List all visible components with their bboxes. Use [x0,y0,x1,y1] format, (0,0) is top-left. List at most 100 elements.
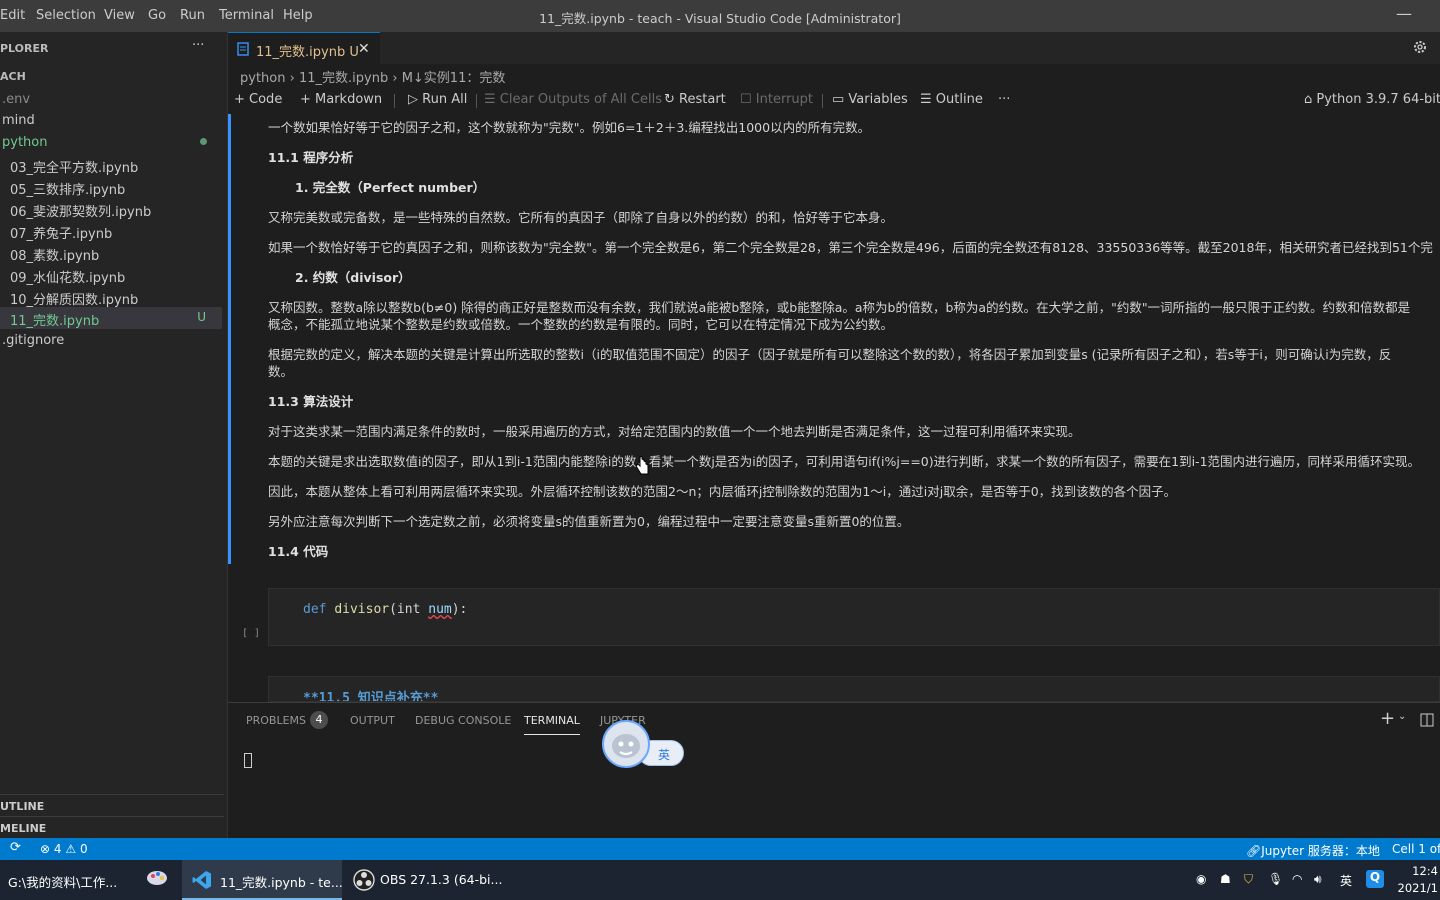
minimize-button[interactable]: — [1396,4,1412,23]
divider [476,94,477,108]
clear-outputs-button[interactable]: ☰ Clear Outputs of All Cells [484,92,662,107]
input-language-indicator[interactable]: 英 [1340,872,1352,889]
explorer-more-button[interactable]: ··· [192,38,204,53]
heading-code: 11.4 代码 [268,544,329,559]
tree-item-10[interactable]: 10_分解质因数.ipynb [10,289,138,308]
paragraph-algo-3: 因此，本题从整体上看可利用两层循环来实现。外层循环控制该数的范围2～n；内层循环… [268,484,1177,499]
paragraph-algo-4: 另外应注意每次判断下一个选定数之前，必须将变量s的值重新置为0，编程过程中一定要… [268,514,910,529]
taskbar-obs[interactable]: OBS 27.1.3 (64-bi... [346,860,502,900]
heading-analysis: 11.1 程序分析 [268,150,354,165]
restart-button[interactable]: ↻ Restart [664,92,726,107]
problems-status[interactable]: ⊗ 4 ⚠ 0 [40,842,88,856]
tree-item-06[interactable]: 06_斐波那契数列.ipynb [10,201,151,220]
breadcrumb: python › 11_完数.ipynb › M↓实例11：完数 [240,67,505,86]
breadcrumb-file[interactable]: 11_完数.ipynb [299,71,388,86]
notebook-toolbar: + Code + Markdown ▷ Run All ☰ Clear Outp… [228,88,1440,114]
run-all-icon: ▷ [408,92,423,107]
wifi-icon[interactable]: ◠ [1292,872,1302,886]
breadcrumb-section[interactable]: M↓实例11：完数 [402,71,506,86]
shield-icon[interactable]: ⛉ [1244,872,1253,887]
microphone-icon[interactable]: 🎙︎ [1268,872,1283,886]
error-icon: ⊗ [40,842,51,856]
paragraph-perfect-2: 如果一个数恰好等于它的真因子之和，则称该数为"完全数"。第一个完全数是6，第二个… [268,240,1433,255]
explorer-title: PLORER [0,42,49,55]
variables-icon: ▭ [832,92,849,107]
notebook-file-icon [237,42,249,56]
tab-11-ipynb[interactable]: 11_完数.ipynb U ✕ [228,32,380,64]
breadcrumb-folder[interactable]: python [240,71,285,86]
tree-item-gitignore[interactable]: .gitignore [2,333,64,348]
terminal-cursor[interactable] [244,753,252,768]
kernel-icon: ⌂ [1304,92,1317,107]
gear-icon[interactable] [1412,39,1428,55]
obs-icon [353,869,375,891]
restart-icon: ↻ [664,92,680,107]
timeline-section[interactable]: MELINE [0,816,224,838]
more-actions-button[interactable]: ··· [998,92,1010,107]
tray-app-icon[interactable]: ☗ [1220,872,1231,886]
tree-item-08[interactable]: 08_素数.ipynb [10,245,99,264]
tree-item-09[interactable]: 09_水仙花数.ipynb [10,267,125,286]
focused-cell-indicator [228,114,231,564]
paragraph-algo-1: 对于这类求某一范围内满足条件的数时，一般采用遍历的方式，对给定范围内的数值一个一… [268,424,1081,439]
jupyter-server-status[interactable]: 🔗︎Jupyter 服务器：本地 [1246,842,1380,859]
heading-algorithm: 11.3 算法设计 [268,394,354,409]
problems-count-badge: 4 [310,711,328,729]
markdown-source[interactable]: **11.5 知识点补充** [303,687,438,701]
tab-problems[interactable]: PROBLEMS [246,714,306,727]
window-title: 11_完数.ipynb - teach - Visual Studio Code… [539,11,901,26]
sync-icon[interactable]: ⟳ [10,840,21,855]
interrupt-button[interactable]: ☐ Interrupt [740,92,813,107]
tree-item-python[interactable]: python [2,135,47,150]
add-markdown-button[interactable]: + Markdown [300,92,382,107]
obs-tray-icon[interactable]: ◉ [1196,872,1206,886]
taskbar-explorer[interactable]: G:\我的资料\工作... [0,860,134,900]
split-terminal-icon[interactable] [1420,713,1434,727]
qq-tray-icon[interactable]: Q [1366,870,1384,888]
outline-section[interactable]: UTLINE [0,794,224,816]
hand-cursor-icon [634,456,650,476]
editor-tab-bar: 11_完数.ipynb U ✕ [228,32,1440,64]
cell-position-status[interactable]: Cell 1 of [1392,842,1440,856]
taskbar-obs-label: OBS 27.1.3 (64-bi... [380,872,503,887]
tree-item-03[interactable]: 03_完全平方数.ipynb [10,157,138,176]
markdown-cell-editing[interactable]: **11.5 知识点补充** [268,676,1440,702]
add-code-button[interactable]: + Code [234,92,282,107]
ime-avatar-icon[interactable] [602,720,650,768]
variables-button[interactable]: ▭ Variables [832,92,908,107]
code-cell[interactable]: def divisor(int num): [268,588,1440,646]
tree-item-mind[interactable]: mind [2,113,35,128]
tab-label: 11_完数.ipynb U [256,45,359,60]
execution-count[interactable]: [ ] [242,628,260,639]
taskbar-vscode-label: 11_完数.ipynb - te... [220,875,343,890]
close-tab-icon[interactable]: ✕ [358,41,370,57]
explorer-sidebar: PLORER ··· ACH .env mind python 03_完全平方数… [0,32,224,838]
tab-debug-console[interactable]: DEBUG CONSOLE [415,714,511,727]
vscode-icon [192,870,212,890]
code-line[interactable]: def divisor(int num): [303,602,467,617]
title-bar: Edit Selection View Go Run Terminal Help… [0,0,1440,32]
tree-item-05[interactable]: 05_三数排序.ipynb [10,179,125,198]
outline-button[interactable]: ☰ Outline [920,92,983,107]
taskbar-vscode[interactable]: 11_完数.ipynb - te... [182,860,343,900]
tab-terminal[interactable]: TERMINAL [524,714,580,735]
status-bar: ⟳ ⊗ 4 ⚠ 0 🔗︎Jupyter 服务器：本地 Cell 1 of [0,838,1440,860]
paragraph-algo-2: 本题的关键是求出选取数值i的因子，即从1到i-1范围内能整除i的数，看某一个数j… [268,454,1421,469]
chevron-down-icon[interactable]: ⌄ [1398,711,1406,722]
plus-icon: + [300,92,316,107]
run-all-button[interactable]: ▷ Run All [408,92,467,107]
link-icon: 🔗︎ [1246,844,1262,858]
tree-item-07[interactable]: 07_养兔子.ipynb [10,223,112,242]
volume-icon[interactable]: 🔊︎ [1314,872,1322,887]
taskbar-paint-icon[interactable] [136,860,180,900]
heading-divisor: 2. 约数（divisor） [295,270,411,285]
tab-output[interactable]: OUTPUT [350,714,395,727]
ime-floating-indicator[interactable]: 英 [602,718,684,768]
kernel-picker[interactable]: ⌂ Python 3.9.7 64-bit [1304,92,1440,107]
new-terminal-button[interactable]: + [1380,708,1395,729]
tree-item-11-selected[interactable]: 11_完数.ipynb U [0,307,222,329]
clock[interactable]: 12:4 2021/1 [1398,863,1438,897]
tree-item-env[interactable]: .env [2,92,30,107]
workspace-folder[interactable]: ACH [0,70,26,83]
clear-all-icon: ☰ [484,92,500,107]
